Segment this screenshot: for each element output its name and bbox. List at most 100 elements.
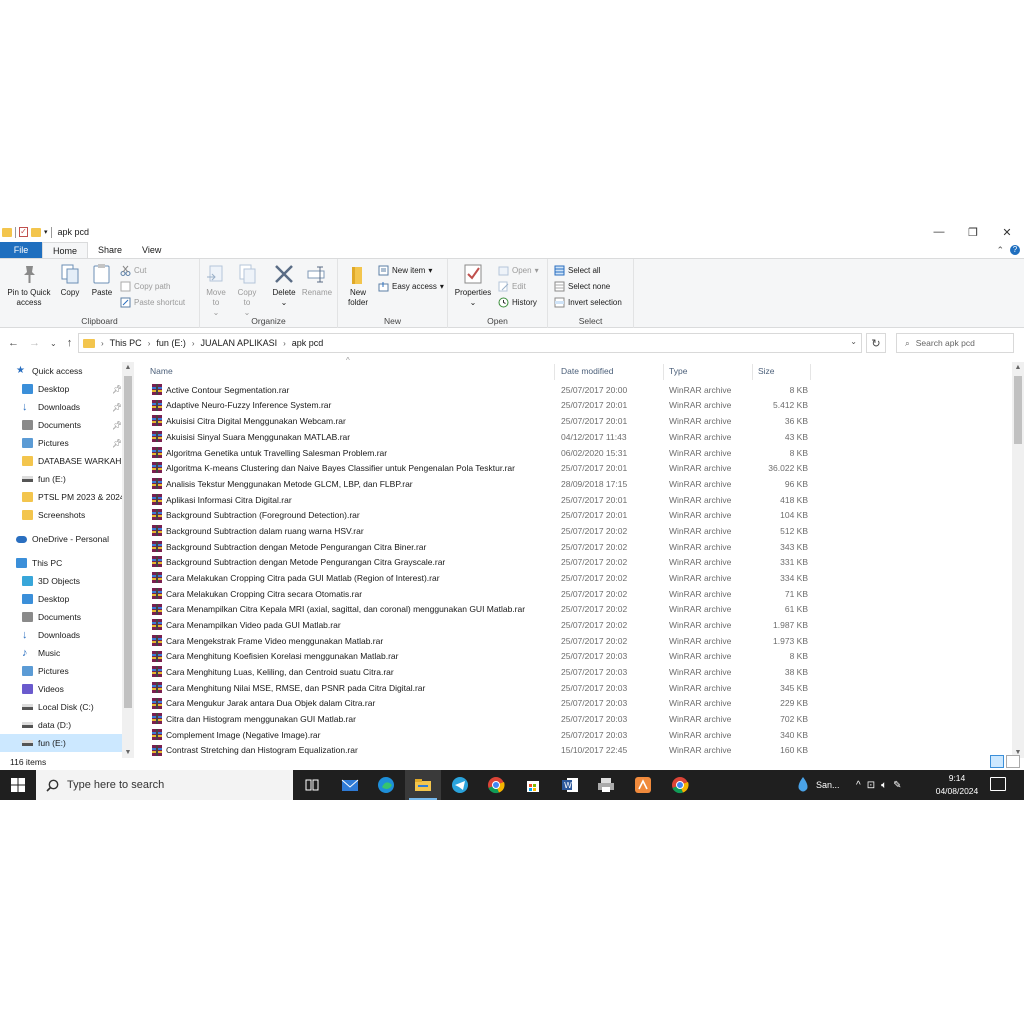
nav-item[interactable]: ♪ Music [0, 644, 122, 662]
breadcrumb-jualan-aplikasi[interactable]: JUALAN APLIKASI [201, 338, 278, 348]
file-list-scrollbar[interactable]: ▲ ▼ [1012, 362, 1024, 758]
minimize-button[interactable]: — [922, 222, 956, 242]
task-view-icon[interactable] [294, 770, 330, 800]
nav-item[interactable]: Pictures 📌︎ [0, 434, 122, 452]
scroll-up-icon[interactable]: ▲ [1012, 364, 1024, 371]
search-input[interactable]: ⌕ Search apk pcd [896, 333, 1014, 353]
nav-item[interactable]: PTSL PM 2023 & 2024 [0, 488, 125, 506]
column-size[interactable]: Size [758, 366, 775, 376]
file-row[interactable]: Analisis Tekstur Menggunakan Metode GLCM… [146, 476, 810, 492]
copy-to-button[interactable]: Copy to ⌄ [234, 263, 260, 318]
select-all-button[interactable]: Select all [554, 265, 600, 276]
customize-toolbar-chevron-icon[interactable]: ▾ [44, 228, 48, 236]
column-name[interactable]: Name [150, 366, 173, 376]
address-history-chevron-icon[interactable]: ⌄ [850, 337, 857, 346]
maximize-button[interactable]: ❐ [956, 222, 990, 242]
file-row[interactable]: Cara Menghitung Luas, Keliling, dan Cent… [146, 664, 810, 680]
mail-icon[interactable] [332, 770, 368, 800]
chrome-icon[interactable] [478, 770, 514, 800]
chevron-right-icon[interactable]: › [101, 339, 104, 348]
nav-item[interactable]: Desktop [0, 590, 122, 608]
file-row[interactable]: Cara Menghitung Koefisien Korelasi mengg… [146, 649, 810, 665]
file-row[interactable]: Citra dan Histogram menggunakan GUI Matl… [146, 711, 810, 727]
file-row[interactable]: Akuisisi Citra Digital Menggunakan Webca… [146, 413, 810, 429]
properties-icon[interactable]: ✓ [19, 227, 28, 237]
rename-button[interactable]: Rename [301, 263, 333, 298]
clock[interactable]: 9:14 04/08/2024 [928, 772, 986, 798]
nav-scrollbar-thumb[interactable] [124, 376, 132, 708]
ribbon-collapse-chevron-icon[interactable]: ⌃ [996, 245, 1004, 256]
breadcrumb-apk-pcd[interactable]: apk pcd [292, 338, 324, 348]
chevron-right-icon[interactable]: › [148, 339, 151, 348]
history-button[interactable]: History [498, 297, 537, 308]
file-row[interactable]: Adaptive Neuro-Fuzzy Inference System.ra… [146, 398, 810, 414]
tray-chevron-up-icon[interactable]: ^ [856, 780, 861, 791]
column-divider[interactable] [663, 364, 664, 380]
network-icon[interactable]: ⊡ [867, 780, 875, 791]
select-none-button[interactable]: Select none [554, 281, 610, 292]
invert-selection-button[interactable]: Invert selection [554, 297, 622, 308]
nav-item[interactable]: DATABASE WARKAH [0, 452, 122, 470]
paste-shortcut-button[interactable]: Paste shortcut [120, 297, 185, 308]
nav-item[interactable]: Local Disk (C:) [0, 698, 122, 716]
details-view-icon[interactable] [990, 755, 1004, 768]
forward-arrow-icon[interactable]: → [29, 337, 40, 349]
delete-button[interactable]: Delete ⌄ [270, 263, 298, 308]
word-icon[interactable]: W [552, 770, 588, 800]
file-list-scrollbar-thumb[interactable] [1014, 376, 1022, 444]
breadcrumb-this-pc[interactable]: This PC [110, 338, 142, 348]
tab-view[interactable]: View [132, 242, 171, 258]
printer-icon[interactable] [588, 770, 624, 800]
notifications-icon[interactable] [990, 777, 1006, 791]
breadcrumb-fun-drive[interactable]: fun (E:) [156, 338, 186, 348]
new-folder-icon[interactable] [31, 227, 41, 237]
easy-access-button[interactable]: Easy access ▾ [378, 281, 444, 292]
file-row[interactable]: Cara Mengukur Jarak antara Dua Objek dal… [146, 696, 810, 712]
nav-item[interactable]: ★ Quick access [0, 362, 122, 380]
column-date-modified[interactable]: Date modified [561, 366, 613, 376]
edit-button[interactable]: Edit [498, 281, 526, 292]
pen-icon[interactable]: ✎ [893, 780, 901, 791]
back-arrow-icon[interactable]: ← [8, 337, 19, 349]
nav-item[interactable]: This PC [0, 554, 122, 572]
weather-widget[interactable]: San... [796, 770, 840, 800]
move-to-button[interactable]: Move to ⌄ [202, 263, 230, 318]
taskbar-search-input[interactable]: Type here to search [36, 770, 293, 800]
file-row[interactable]: Background Subtraction dengan Metode Pen… [146, 554, 810, 570]
nav-item[interactable]: Documents 📌︎ [0, 416, 122, 434]
file-row[interactable]: Cara Melakukan Cropping Citra pada GUI M… [146, 570, 810, 586]
file-row[interactable]: Cara Mengekstrak Frame Video menggunakan… [146, 633, 810, 649]
nav-item[interactable]: Desktop 📌︎ [0, 380, 122, 398]
pin-to-quick-access-button[interactable]: Pin to Quick access [4, 263, 54, 308]
nav-item[interactable]: ↓ Downloads [0, 626, 122, 644]
paste-button[interactable]: Paste [88, 263, 116, 298]
telegram-icon[interactable] [442, 770, 478, 800]
help-icon[interactable]: ? [1010, 245, 1020, 255]
column-divider[interactable] [752, 364, 753, 380]
nav-item[interactable]: fun (E:) [0, 470, 122, 488]
column-divider[interactable] [554, 364, 555, 380]
edge-browser-icon[interactable] [368, 770, 404, 800]
nav-item[interactable]: fun (E:) [0, 734, 122, 752]
file-explorer-icon[interactable] [405, 770, 441, 800]
cut-button[interactable]: Cut [120, 265, 146, 276]
new-item-button[interactable]: New item ▾ [378, 265, 432, 276]
file-row[interactable]: Cara Menampilkan Video pada GUI Matlab.r… [146, 617, 810, 633]
nav-item[interactable]: Documents [0, 608, 122, 626]
file-row[interactable]: Background Subtraction dalam ruang warna… [146, 523, 810, 539]
file-row[interactable]: Cara Menghitung Nilai MSE, RMSE, dan PSN… [146, 680, 810, 696]
tab-home[interactable]: Home [42, 242, 89, 258]
file-row[interactable]: Active Contour Segmentation.rar 25/07/201… [146, 382, 810, 398]
nav-item[interactable]: ↓ Downloads 📌︎ [0, 398, 122, 416]
chevron-right-icon[interactable]: › [192, 339, 195, 348]
tab-share[interactable]: Share [88, 242, 132, 258]
tab-file[interactable]: File [0, 242, 42, 258]
column-divider[interactable] [810, 364, 811, 380]
volume-icon[interactable]: 🔈︎ [881, 780, 887, 791]
close-button[interactable]: ✕ [990, 222, 1024, 242]
scroll-up-icon[interactable]: ▲ [122, 364, 134, 371]
start-button[interactable] [0, 770, 36, 800]
file-row[interactable]: Cara Menampilkan Citra Kepala MRI (axial… [146, 602, 810, 618]
copy-path-button[interactable]: Copy path [120, 281, 170, 292]
address-bar[interactable]: › This PC › fun (E:) › JUALAN APLIKASI ›… [78, 333, 862, 353]
